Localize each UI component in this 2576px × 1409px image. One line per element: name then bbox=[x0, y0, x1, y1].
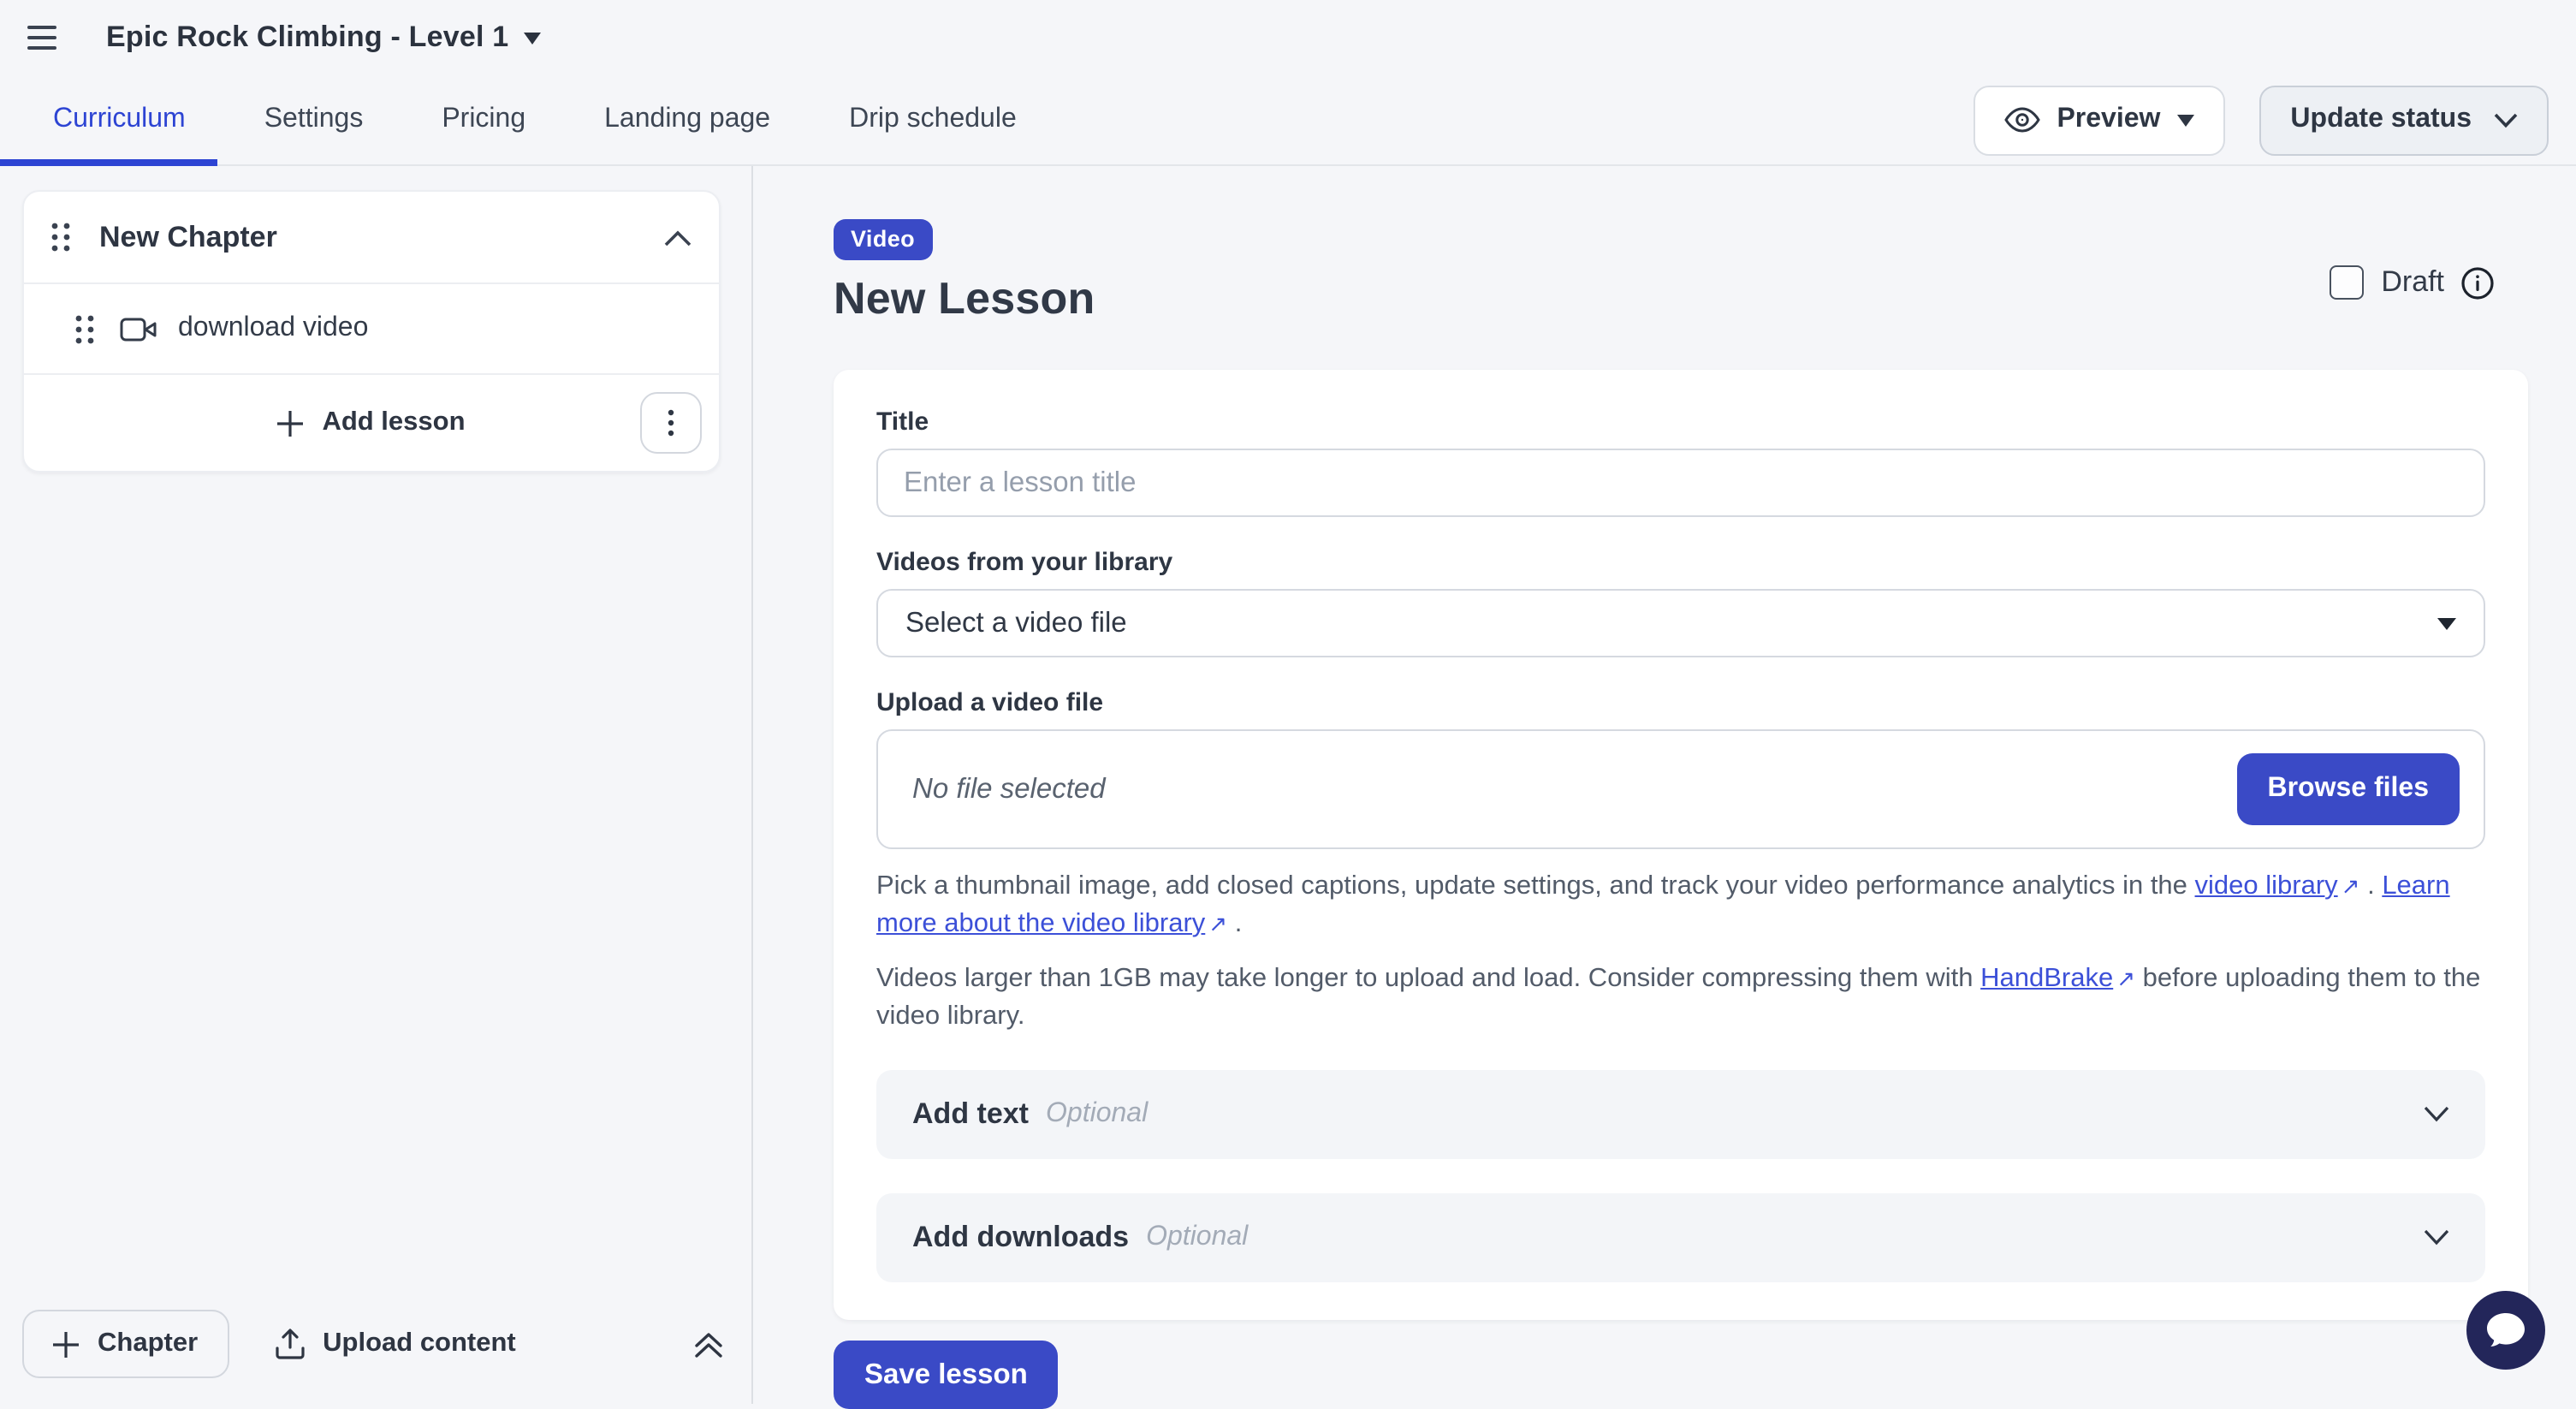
handbrake-link[interactable]: HandBrake bbox=[1980, 964, 2113, 993]
tab-pricing[interactable]: Pricing bbox=[442, 104, 525, 135]
lesson-list-item[interactable]: download video bbox=[24, 284, 719, 375]
chat-bubble-icon bbox=[2485, 1311, 2526, 1349]
add-lesson-button[interactable]: Add lesson bbox=[277, 407, 465, 438]
lesson-editor: Video New Lesson Draft Title Videos from… bbox=[753, 166, 2576, 1404]
lesson-type-badge: Video bbox=[834, 219, 932, 260]
update-status-label: Update status bbox=[2290, 104, 2472, 135]
upload-field-label: Upload a video file bbox=[876, 688, 2485, 717]
add-lesson-label: Add lesson bbox=[322, 407, 465, 438]
info-icon[interactable] bbox=[2461, 266, 2494, 299]
draft-checkbox[interactable] bbox=[2330, 265, 2364, 300]
drag-handle-icon[interactable] bbox=[75, 314, 94, 343]
draft-control: Draft bbox=[2330, 265, 2494, 300]
chat-widget-button[interactable] bbox=[2466, 1291, 2545, 1370]
external-link-icon: ↗ bbox=[2113, 960, 2135, 998]
content-area: New Chapter download video bbox=[0, 166, 2576, 1404]
upload-content-button[interactable]: Upload content bbox=[275, 1329, 516, 1359]
add-chapter-label: Chapter bbox=[98, 1329, 198, 1359]
library-field-label: Videos from your library bbox=[876, 548, 2485, 577]
tab-settings[interactable]: Settings bbox=[264, 104, 364, 135]
external-link-icon: ↗ bbox=[1205, 906, 1227, 943]
chevron-down-icon bbox=[2424, 1229, 2449, 1246]
video-library-help-text: Pick a thumbnail image, add closed capti… bbox=[876, 868, 2485, 943]
save-lesson-button[interactable]: Save lesson bbox=[834, 1341, 1059, 1409]
tab-curriculum[interactable]: Curriculum bbox=[53, 104, 186, 135]
external-link-icon: ↗ bbox=[2338, 868, 2360, 906]
collapse-chapter-button[interactable] bbox=[664, 229, 691, 246]
hamburger-menu-icon[interactable] bbox=[27, 15, 72, 60]
tab-landing-page[interactable]: Landing page bbox=[604, 104, 770, 135]
add-downloads-panel[interactable]: Add downloads Optional bbox=[876, 1193, 2485, 1282]
chevron-down-icon bbox=[2494, 112, 2518, 128]
product-title: Epic Rock Climbing - Level 1 bbox=[106, 21, 508, 55]
video-library-link[interactable]: video library bbox=[2195, 871, 2338, 901]
sidebar-footer: Chapter Upload content bbox=[22, 1310, 724, 1378]
chapter-options-button[interactable] bbox=[640, 392, 702, 454]
no-file-text: No file selected bbox=[912, 773, 1106, 806]
top-bar: Epic Rock Climbing - Level 1 bbox=[0, 0, 2576, 75]
chapter-footer: Add lesson bbox=[24, 375, 719, 471]
lesson-form-card: Title Videos from your library Select a … bbox=[834, 370, 2528, 1320]
browse-files-button[interactable]: Browse files bbox=[2236, 753, 2460, 825]
update-status-button[interactable]: Update status bbox=[2259, 85, 2549, 155]
caret-down-icon bbox=[2177, 114, 2194, 126]
eye-icon bbox=[2003, 106, 2039, 134]
product-switcher[interactable]: Epic Rock Climbing - Level 1 bbox=[106, 21, 541, 55]
draft-label: Draft bbox=[2381, 265, 2444, 300]
video-library-select-value: Select a video file bbox=[905, 607, 1127, 639]
title-field-label: Title bbox=[876, 407, 2485, 437]
app-root: Epic Rock Climbing - Level 1 Curriculum … bbox=[0, 0, 2576, 1404]
optional-label: Optional bbox=[1146, 1222, 1248, 1253]
chevron-up-icon bbox=[664, 229, 691, 246]
help-text: Pick a thumbnail image, add closed capti… bbox=[876, 871, 2195, 901]
lesson-header: Video New Lesson bbox=[834, 219, 2576, 325]
caret-down-icon bbox=[524, 32, 541, 44]
caret-down-icon bbox=[2437, 617, 2456, 629]
compression-help-text: Videos larger than 1GB may take longer t… bbox=[876, 960, 2485, 1036]
tab-drip-schedule[interactable]: Drip schedule bbox=[849, 104, 1017, 135]
tab-actions: Preview Update status bbox=[1973, 85, 2549, 155]
add-chapter-button[interactable]: Chapter bbox=[22, 1310, 229, 1378]
plus-icon bbox=[277, 410, 303, 436]
video-library-select[interactable]: Select a video file bbox=[876, 589, 2485, 657]
help-text: Videos larger than 1GB may take longer t… bbox=[876, 964, 1980, 993]
add-text-panel[interactable]: Add text Optional bbox=[876, 1070, 2485, 1159]
tab-bar: Curriculum Settings Pricing Landing page… bbox=[0, 75, 2576, 166]
plus-icon bbox=[53, 1331, 79, 1357]
double-chevron-up-icon bbox=[693, 1329, 724, 1358]
preview-label: Preview bbox=[2057, 104, 2160, 135]
chevron-down-icon bbox=[2424, 1106, 2449, 1123]
file-upload-dropzone[interactable]: No file selected Browse files bbox=[876, 729, 2485, 849]
help-text: . bbox=[1227, 909, 1242, 938]
video-camera-icon bbox=[120, 316, 157, 342]
optional-label: Optional bbox=[1046, 1099, 1148, 1130]
upload-icon bbox=[275, 1329, 304, 1359]
chapter-title[interactable]: New Chapter bbox=[99, 220, 277, 254]
add-text-label: Add text bbox=[912, 1097, 1029, 1132]
collapse-all-button[interactable] bbox=[693, 1329, 724, 1358]
curriculum-sidebar: New Chapter download video bbox=[0, 166, 753, 1404]
chapter-card: New Chapter download video bbox=[22, 190, 721, 473]
preview-button[interactable]: Preview bbox=[1973, 85, 2225, 155]
lesson-title-input[interactable] bbox=[876, 449, 2485, 517]
upload-content-label: Upload content bbox=[323, 1329, 516, 1359]
active-tab-underline bbox=[0, 159, 217, 166]
add-downloads-label: Add downloads bbox=[912, 1221, 1129, 1255]
chapter-header: New Chapter bbox=[24, 192, 719, 284]
kebab-menu-icon bbox=[668, 409, 674, 437]
help-text: . bbox=[2359, 871, 2382, 901]
lesson-title: download video bbox=[178, 313, 368, 344]
drag-handle-icon[interactable] bbox=[51, 223, 70, 252]
page-title: New Lesson bbox=[834, 272, 2576, 325]
